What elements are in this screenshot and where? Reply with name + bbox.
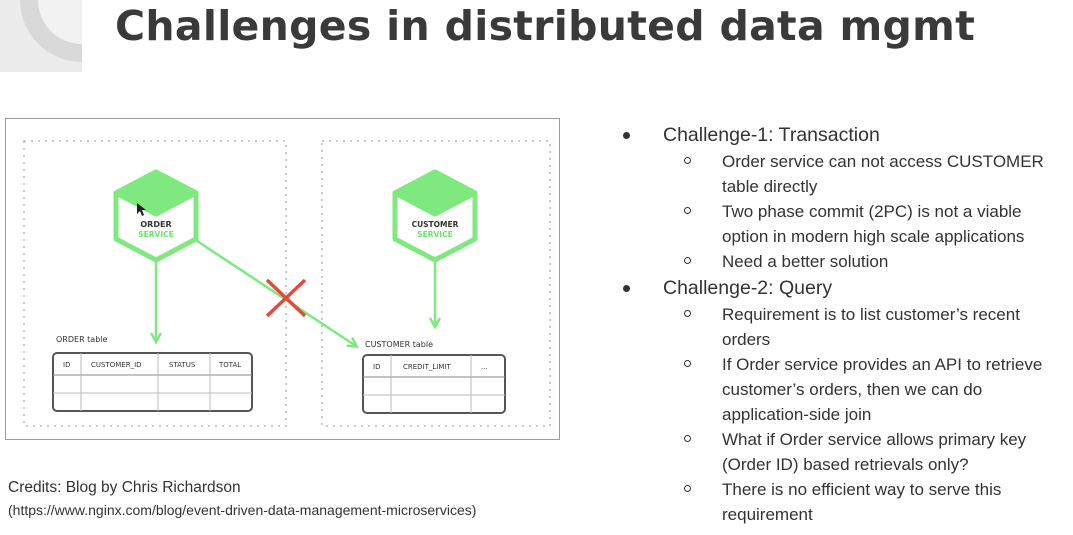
challenge-1-item-3: Need a better solution: [620, 249, 1070, 274]
customer-col-credit-limit: CREDIT_LIMIT: [403, 363, 451, 371]
item-line: There is no efficient way to serve this: [722, 480, 1002, 499]
item-line: Requirement is to list customer’s recent: [722, 305, 1020, 324]
bullet-dot-icon: [623, 132, 630, 139]
order-col-id: ID: [63, 361, 70, 369]
challenge-1-label: Challenge-1: Transaction: [663, 124, 880, 146]
item-line: option in modern high scale applications: [722, 227, 1025, 246]
bullet-circle-icon: [684, 310, 691, 317]
bullet-circle-icon: [684, 207, 691, 214]
customer-col-more: ...: [481, 363, 488, 371]
bullet-circle-icon: [684, 435, 691, 442]
architecture-diagram: ORDER SERVICE CUSTOMER SERVICE ORDER tab…: [5, 118, 560, 440]
challenge-2-label: Challenge-2: Query: [663, 277, 833, 299]
challenge-2-item-3: What if Order service allows primary key…: [620, 427, 1070, 477]
bullet-circle-icon: [684, 485, 691, 492]
bullet-dot-icon: [623, 285, 630, 292]
diagram-canvas: ORDER SERVICE CUSTOMER SERVICE ORDER tab…: [23, 140, 551, 427]
item-line: application-side join: [722, 405, 872, 424]
order-service-sublabel: SERVICE: [138, 230, 174, 239]
bullet-circle-icon: [684, 257, 691, 264]
bullet-circle-icon: [684, 360, 691, 367]
challenges-list: Challenge-1: Transaction Order service c…: [620, 121, 1070, 527]
item-line: If Order service provides an API to retr…: [722, 355, 1043, 374]
order-col-status: STATUS: [169, 361, 196, 369]
challenge-1-item-1: Order service can not access CUSTOMER ta…: [620, 149, 1070, 199]
order-table-label: ORDER table: [56, 335, 108, 344]
item-line: orders: [722, 330, 771, 349]
order-col-total: TOTAL: [218, 361, 241, 369]
customer-service-sublabel: SERVICE: [417, 230, 453, 239]
corner-decoration: [0, 0, 82, 72]
order-to-customer-table-arrow: [193, 237, 356, 346]
order-col-customer-id: CUSTOMER_ID: [91, 361, 142, 369]
item-line: (Order ID) based retrievals only?: [722, 455, 969, 474]
customer-table: ID CREDIT_LIMIT ...: [362, 354, 506, 414]
item-line: Two phase commit (2PC) is not a viable: [722, 202, 1022, 221]
customer-table-label: CUSTOMER table: [365, 340, 433, 349]
challenge-2-item-1: Requirement is to list customer’s recent…: [620, 302, 1070, 352]
bullet-circle-icon: [684, 157, 691, 164]
challenge-2-item-2: If Order service provides an API to retr…: [620, 352, 1070, 427]
credits-link[interactable]: (https://www.nginx.com/blog/event-driven…: [8, 499, 476, 522]
order-service-hexagon: ORDER SERVICE: [113, 169, 199, 263]
order-service-label: ORDER: [140, 220, 171, 229]
challenge-1-item-2: Two phase commit (2PC) is not a viable o…: [620, 199, 1070, 249]
credits-author: Credits: Blog by Chris Richardson: [8, 479, 241, 496]
item-line: What if Order service allows primary key: [722, 430, 1027, 449]
credits: Credits: Blog by Chris Richardson (https…: [8, 476, 476, 522]
customer-service-label: CUSTOMER: [412, 220, 459, 229]
challenge-1: Challenge-1: Transaction: [620, 122, 1070, 149]
slide-title: Challenges in distributed data mgmt: [115, 2, 976, 50]
item-line: Order service can not access CUSTOMER: [722, 152, 1044, 171]
customer-service-hexagon: CUSTOMER SERVICE: [392, 169, 478, 263]
customer-col-id: ID: [373, 363, 380, 371]
item-line: requirement: [722, 505, 813, 524]
item-line: customer’s orders, then we can do: [722, 380, 983, 399]
item-line: Need a better solution: [722, 252, 889, 271]
challenge-2: Challenge-2: Query: [620, 275, 1070, 302]
order-table: ID CUSTOMER_ID STATUS TOTAL: [52, 352, 253, 412]
challenge-2-item-4: There is no efficient way to serve this …: [620, 477, 1070, 527]
item-line: table directly: [722, 177, 818, 196]
